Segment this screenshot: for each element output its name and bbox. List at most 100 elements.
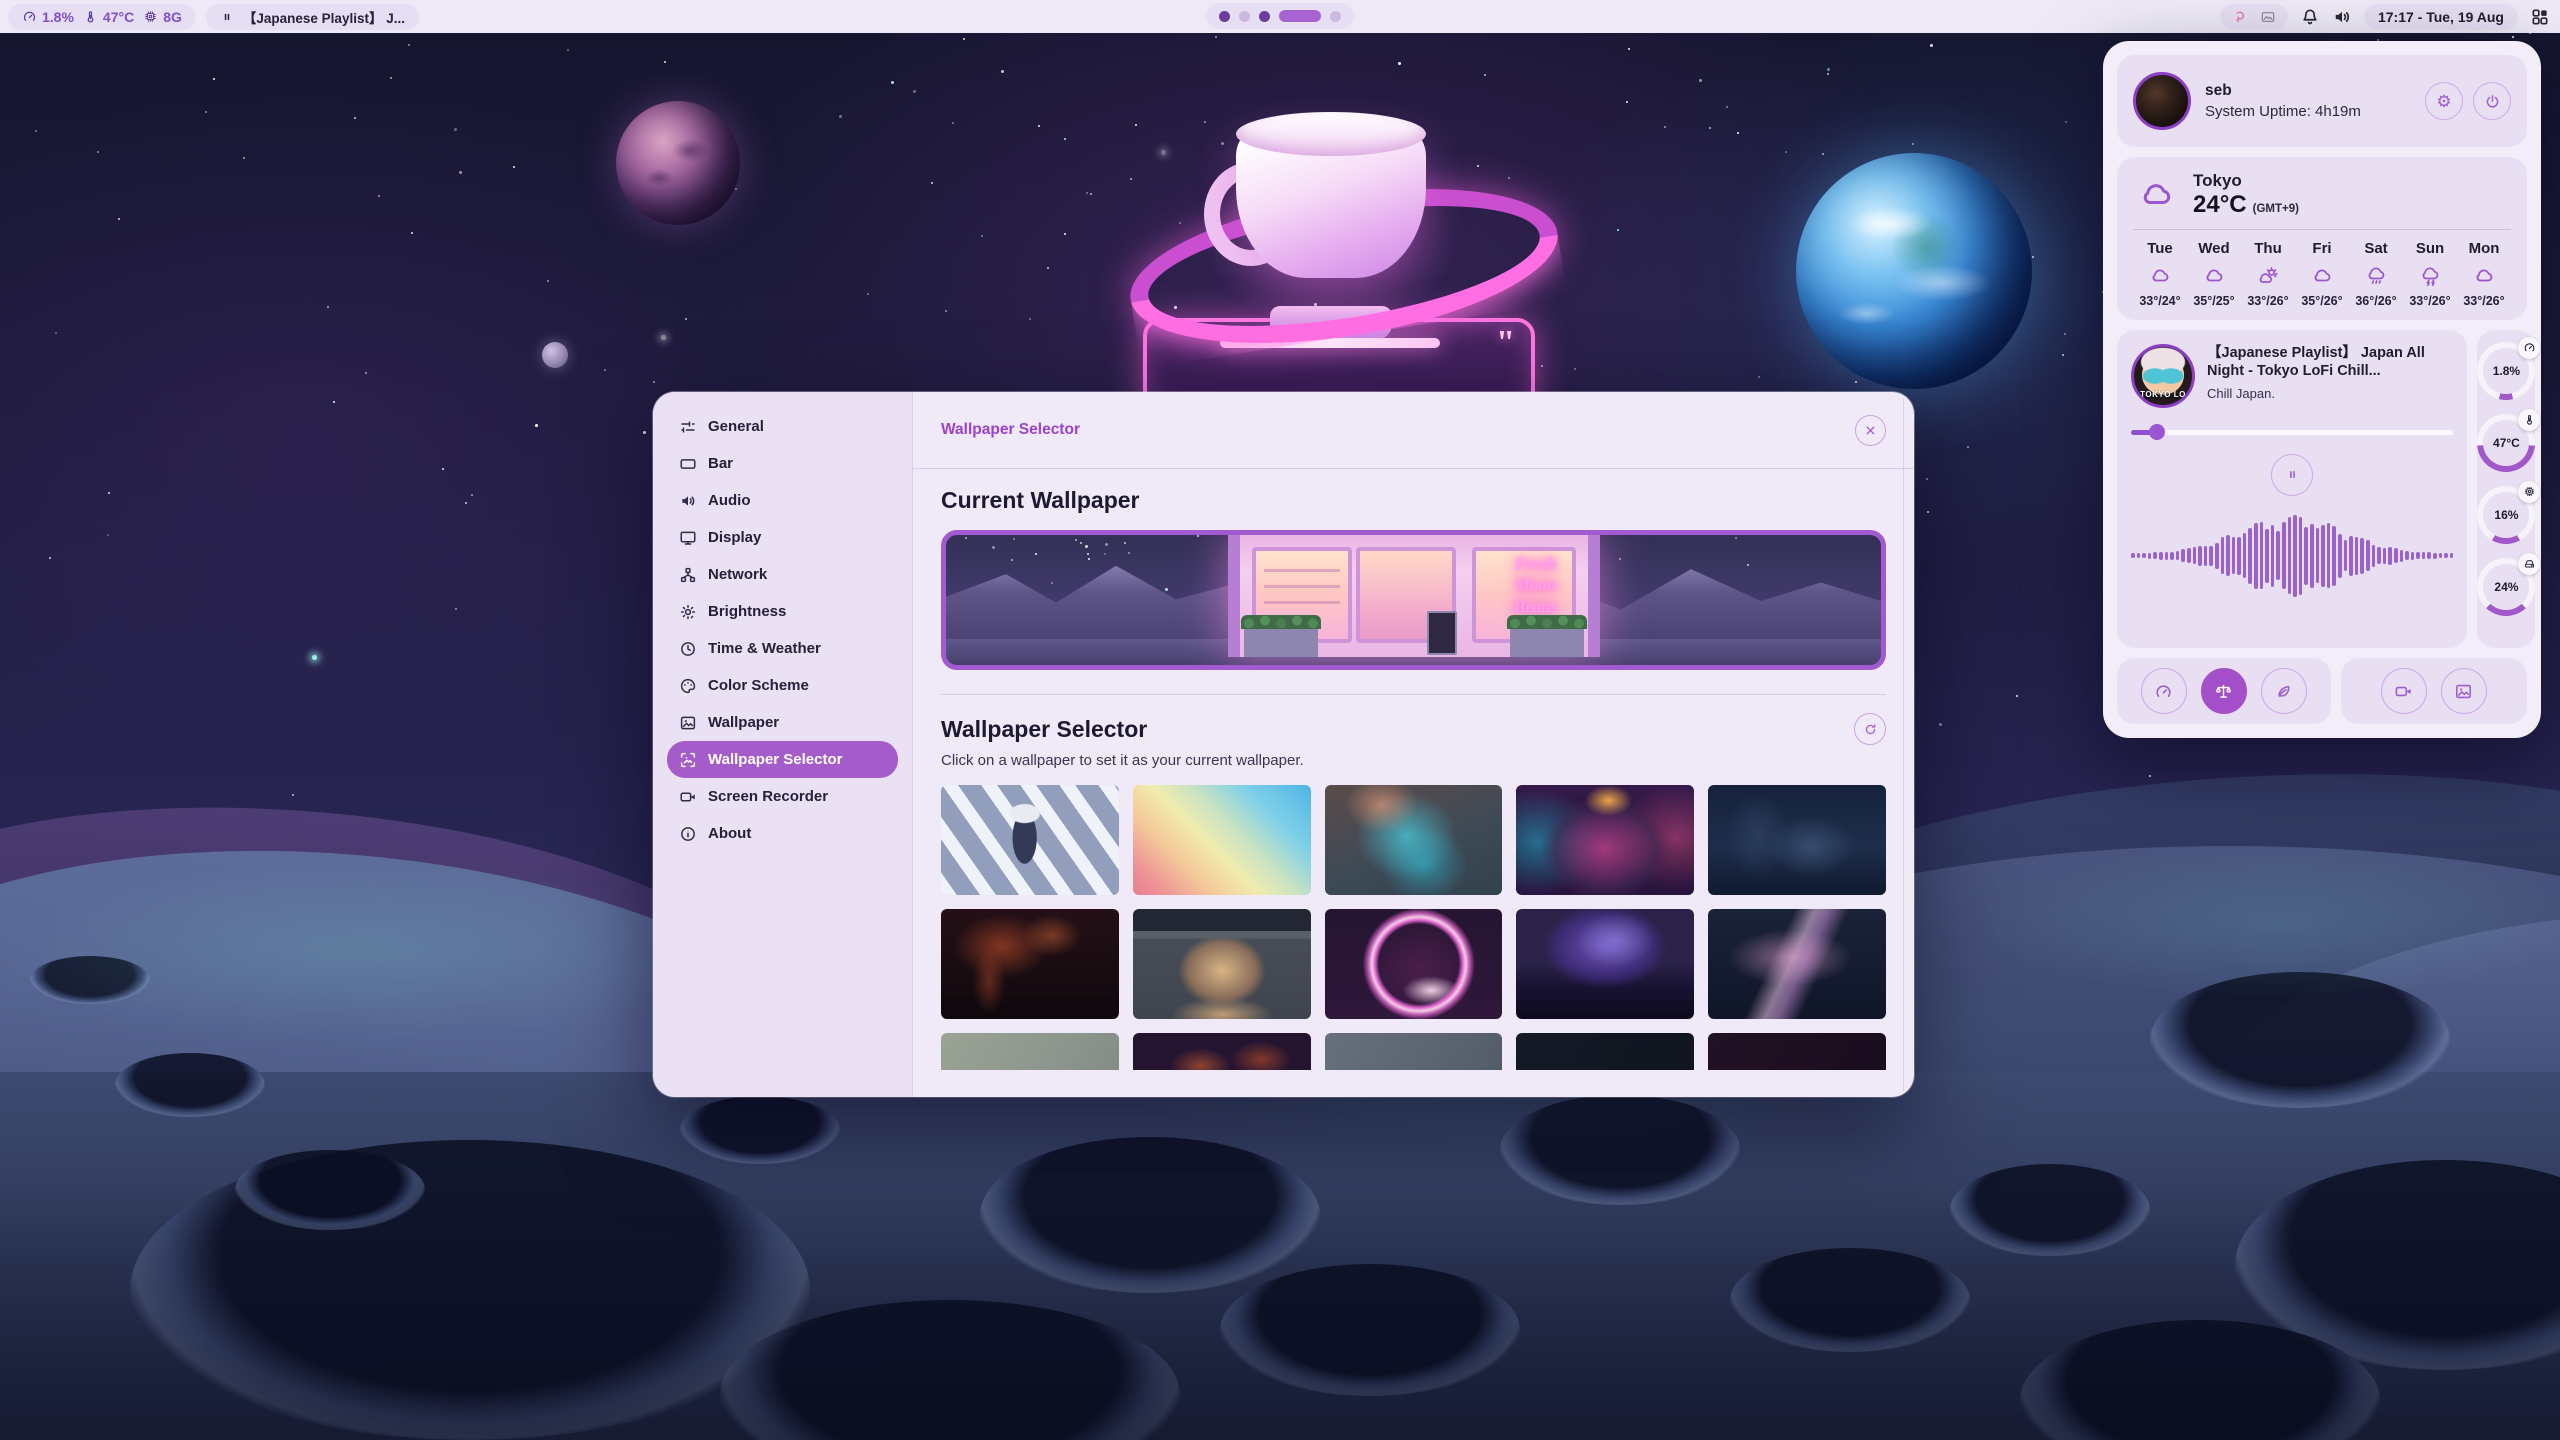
screen-recorder-button[interactable] bbox=[2381, 668, 2427, 714]
forecast-temps: 33°/26° bbox=[2403, 294, 2457, 308]
workspaces-module bbox=[1206, 3, 1354, 29]
system-stats-module[interactable]: 1.8% 47°C 8G bbox=[8, 4, 196, 30]
cpu-usage-stat: 1.8% bbox=[22, 9, 74, 25]
clock-icon bbox=[679, 640, 697, 658]
close-button[interactable] bbox=[1855, 415, 1886, 446]
waveform-bar bbox=[2349, 536, 2353, 576]
sidebar-item-wallpaper[interactable]: Wallpaper bbox=[667, 704, 898, 741]
star bbox=[1735, 537, 1737, 539]
waveform-bar bbox=[2355, 537, 2359, 575]
current-wallpaper-preview: Fresh Moon Beans bbox=[941, 530, 1886, 670]
sidebar-item-time-weather[interactable]: Time & Weather bbox=[667, 630, 898, 667]
forecast-sun: Sun33°/26° bbox=[2403, 240, 2457, 308]
divider bbox=[2133, 229, 2511, 230]
sidebar-item-label: Color Scheme bbox=[708, 677, 809, 694]
content-scroll-area[interactable]: Current Wallpaper Fresh Moon Beans bbox=[913, 469, 1914, 1070]
memory-value: 8G bbox=[163, 9, 182, 25]
notifications-bell-icon[interactable] bbox=[2300, 7, 2320, 27]
workspace-dot-1[interactable] bbox=[1219, 11, 1230, 22]
seek-slider[interactable] bbox=[2131, 424, 2453, 440]
waveform-bar bbox=[2137, 553, 2141, 558]
sidebar-item-brightness[interactable]: Brightness bbox=[667, 593, 898, 630]
workspace-dot-active[interactable] bbox=[1279, 10, 1321, 22]
storm-icon bbox=[2417, 264, 2444, 288]
wallpaper-thumb-particle-wave[interactable] bbox=[1708, 909, 1886, 1019]
waveform-bar bbox=[2159, 552, 2163, 560]
wallpaper-thumb-pastel-gradient[interactable] bbox=[1133, 785, 1311, 895]
sidebar-item-bar[interactable]: Bar bbox=[667, 445, 898, 482]
avatar bbox=[2133, 72, 2191, 130]
refresh-button[interactable] bbox=[1854, 713, 1886, 745]
wallpaper-thumb-nebula-forest[interactable] bbox=[1516, 909, 1694, 1019]
forecast-day-label: Wed bbox=[2187, 240, 2241, 257]
wallpaper-thumb-anime-street[interactable] bbox=[941, 785, 1119, 895]
user-card: seb System Uptime: 4h19m ⚙ bbox=[2117, 55, 2527, 147]
album-art: TOKYO LO bbox=[2131, 344, 2195, 408]
sidebar-item-display[interactable]: Display bbox=[667, 519, 898, 556]
waveform-bar bbox=[2260, 522, 2264, 589]
tray-app-2-icon[interactable] bbox=[2260, 9, 2276, 25]
waveform-bar bbox=[2248, 528, 2252, 584]
settings-button[interactable]: ⚙ bbox=[2425, 82, 2463, 120]
clock-module[interactable]: 17:17 - Tue, 19 Aug bbox=[2364, 4, 2518, 30]
sidebar-item-label: Time & Weather bbox=[708, 640, 821, 657]
forecast-temps: 35°/25° bbox=[2187, 294, 2241, 308]
waveform-bar bbox=[2265, 529, 2269, 583]
image-icon bbox=[2454, 682, 2473, 701]
wallpaper-thumb-sage-blur[interactable] bbox=[941, 1033, 1119, 1070]
display-icon bbox=[679, 529, 697, 547]
forecast-temps: 33°/24° bbox=[2133, 294, 2187, 308]
tray-app-1-icon[interactable] bbox=[2232, 9, 2248, 25]
slider-knob[interactable] bbox=[2149, 424, 2165, 440]
waveform-bar bbox=[2422, 552, 2426, 559]
play-pause-button[interactable] bbox=[2271, 454, 2313, 496]
workspace-dot-2[interactable] bbox=[1239, 11, 1250, 22]
workspace-dot-5[interactable] bbox=[1330, 11, 1341, 22]
wallpaper-thumb-lofi-storefront[interactable] bbox=[1133, 909, 1311, 1019]
power-button[interactable] bbox=[2473, 82, 2511, 120]
wallpaper-tools-button[interactable] bbox=[2441, 668, 2487, 714]
waveform-bar bbox=[2198, 546, 2202, 566]
wallpaper-thumb-neon-arcade[interactable] bbox=[1516, 785, 1694, 895]
star bbox=[1011, 559, 1013, 561]
wallpaper-thumb-plum-haze[interactable] bbox=[1708, 1033, 1886, 1070]
waveform-bar bbox=[2204, 546, 2208, 566]
sidebar-item-color-scheme[interactable]: Color Scheme bbox=[667, 667, 898, 704]
sidebar-item-screen-recorder[interactable]: Screen Recorder bbox=[667, 778, 898, 815]
star bbox=[1051, 582, 1053, 584]
divider bbox=[941, 694, 1886, 695]
cloud-icon bbox=[2147, 264, 2174, 288]
sidebar-item-general[interactable]: General bbox=[667, 408, 898, 445]
info-icon bbox=[679, 825, 697, 843]
waveform-bar bbox=[2131, 553, 2135, 558]
waveform-bar bbox=[2411, 552, 2415, 560]
performance-button[interactable] bbox=[2141, 668, 2187, 714]
wallpaper-thumb-slate-blur[interactable] bbox=[1325, 1033, 1503, 1070]
media-player-module[interactable]: 【Japanese Playlist】 J... bbox=[206, 4, 419, 30]
tune-icon bbox=[679, 418, 697, 436]
wallpaper-thumb-teal-blur[interactable] bbox=[1325, 785, 1503, 895]
power-saver-button[interactable] bbox=[2261, 668, 2307, 714]
preview-cafe: Fresh Moon Beans bbox=[1228, 535, 1600, 657]
bar-icon bbox=[679, 455, 697, 473]
star bbox=[1088, 558, 1090, 560]
wallpaper-thumb-snowy-village[interactable] bbox=[1708, 785, 1886, 895]
sidebar-item-wallpaper-selector[interactable]: Wallpaper Selector bbox=[667, 741, 898, 778]
recorder-icon bbox=[2394, 682, 2413, 701]
waveform-bar bbox=[2209, 546, 2213, 566]
dashboard-grid-icon[interactable] bbox=[2530, 7, 2550, 27]
sidebar-item-network[interactable]: Network bbox=[667, 556, 898, 593]
wallpaper-thumb-dark-navy[interactable] bbox=[1516, 1033, 1694, 1070]
wallpaper-thumb-autumn-night[interactable] bbox=[1133, 1033, 1311, 1070]
wallpaper-thumb-ember-forest[interactable] bbox=[941, 909, 1119, 1019]
cloud-icon bbox=[2201, 264, 2228, 288]
wallpaper-thumb-purple-ring[interactable] bbox=[1325, 909, 1503, 1019]
volume-icon[interactable] bbox=[2332, 7, 2352, 27]
workspace-dot-3[interactable] bbox=[1259, 11, 1270, 22]
current-wallpaper-heading: Current Wallpaper bbox=[941, 487, 1886, 514]
sidebar-item-audio[interactable]: Audio bbox=[667, 482, 898, 519]
waveform-bar bbox=[2400, 550, 2404, 562]
balanced-button[interactable] bbox=[2201, 668, 2247, 714]
sidebar-item-about[interactable]: About bbox=[667, 815, 898, 852]
forecast-mon: Mon33°/26° bbox=[2457, 240, 2511, 308]
